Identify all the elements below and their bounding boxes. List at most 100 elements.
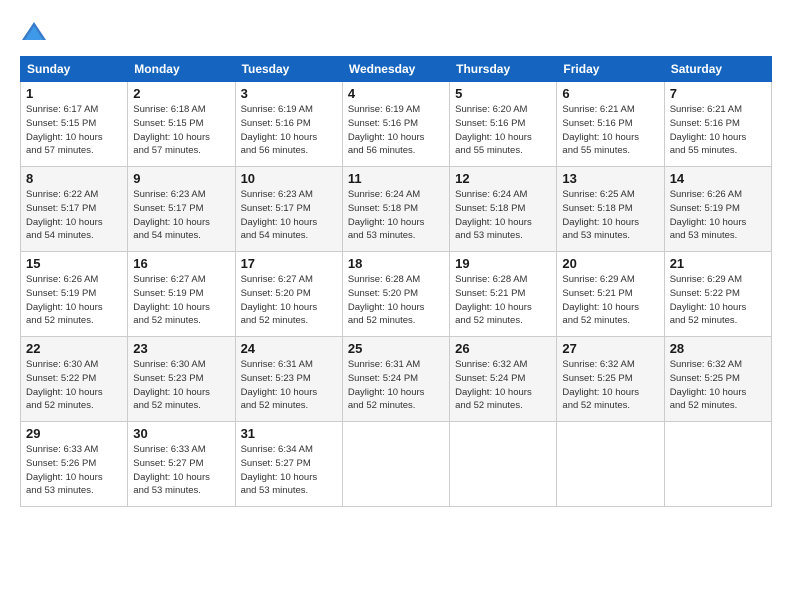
- calendar-cell: 2 Sunrise: 6:18 AMSunset: 5:15 PMDaylight…: [128, 82, 235, 167]
- calendar-cell: 23Sunrise: 6:30 AMSunset: 5:23 PMDayligh…: [128, 337, 235, 422]
- cell-info: Sunrise: 6:32 AMSunset: 5:25 PMDaylight:…: [670, 358, 766, 413]
- cell-info: Sunrise: 6:31 AMSunset: 5:24 PMDaylight:…: [348, 358, 444, 413]
- calendar-cell: 18 Sunrise: 6:28 AMSunset: 5:20 PMDayligh…: [342, 252, 449, 337]
- calendar-cell: 17 Sunrise: 6:27 AMSunset: 5:20 PMDayligh…: [235, 252, 342, 337]
- calendar-cell: 26 Sunrise: 6:32 AMSunset: 5:24 PMDayligh…: [450, 337, 557, 422]
- calendar-cell: 20 Sunrise: 6:29 AMSunset: 5:21 PMDayligh…: [557, 252, 664, 337]
- calendar-cell: 11 Sunrise: 6:24 AMSunset: 5:18 PMDayligh…: [342, 167, 449, 252]
- calendar-cell: 1 Sunrise: 6:17 AMSunset: 5:15 PMDaylight…: [21, 82, 128, 167]
- calendar-cell: 4Sunrise: 6:19 AMSunset: 5:16 PMDaylight…: [342, 82, 449, 167]
- calendar-cell: 10Sunrise: 6:23 AMSunset: 5:17 PMDayligh…: [235, 167, 342, 252]
- calendar-cell: 15 Sunrise: 6:26 AMSunset: 5:19 PMDayligh…: [21, 252, 128, 337]
- calendar-cell: 12 Sunrise: 6:24 AMSunset: 5:18 PMDayligh…: [450, 167, 557, 252]
- cell-date: 7: [670, 86, 766, 101]
- logo: [20, 18, 52, 46]
- calendar-cell: [664, 422, 771, 507]
- cell-info: Sunrise: 6:29 AMSunset: 5:22 PMDaylight:…: [670, 273, 766, 328]
- cell-date: 11: [348, 171, 444, 186]
- calendar-cell: 27 Sunrise: 6:32 AMSunset: 5:25 PMDayligh…: [557, 337, 664, 422]
- calendar-cell: 24 Sunrise: 6:31 AMSunset: 5:23 PMDayligh…: [235, 337, 342, 422]
- cell-info: Sunrise: 6:34 AMSunset: 5:27 PMDaylight:…: [241, 443, 337, 498]
- calendar-cell: [450, 422, 557, 507]
- calendar-cell: [557, 422, 664, 507]
- cell-date: 16: [133, 256, 229, 271]
- calendar-cell: 30 Sunrise: 6:33 AMSunset: 5:27 PMDayligh…: [128, 422, 235, 507]
- day-header-thursday: Thursday: [450, 57, 557, 82]
- calendar-cell: 8 Sunrise: 6:22 AMSunset: 5:17 PMDaylight…: [21, 167, 128, 252]
- cell-info: Sunrise: 6:29 AMSunset: 5:21 PMDaylight:…: [562, 273, 658, 328]
- logo-icon: [20, 18, 48, 46]
- cell-info: Sunrise: 6:31 AMSunset: 5:23 PMDaylight:…: [241, 358, 337, 413]
- cell-date: 24: [241, 341, 337, 356]
- cell-date: 25: [348, 341, 444, 356]
- cell-date: 18: [348, 256, 444, 271]
- header: [20, 18, 772, 46]
- day-header-friday: Friday: [557, 57, 664, 82]
- cell-date: 4: [348, 86, 444, 101]
- cell-date: 28: [670, 341, 766, 356]
- week-row-4: 22 Sunrise: 6:30 AMSunset: 5:22 PMDayligh…: [21, 337, 772, 422]
- calendar-cell: 5 Sunrise: 6:20 AMSunset: 5:16 PMDaylight…: [450, 82, 557, 167]
- calendar-cell: 3Sunrise: 6:19 AMSunset: 5:16 PMDaylight…: [235, 82, 342, 167]
- cell-date: 31: [241, 426, 337, 441]
- cell-date: 3: [241, 86, 337, 101]
- cell-info: Sunrise: 6:22 AMSunset: 5:17 PMDaylight:…: [26, 188, 122, 243]
- cell-info: Sunrise: 6:30 AMSunset: 5:22 PMDaylight:…: [26, 358, 122, 413]
- calendar-cell: 31 Sunrise: 6:34 AMSunset: 5:27 PMDayligh…: [235, 422, 342, 507]
- cell-info: Sunrise: 6:32 AMSunset: 5:25 PMDaylight:…: [562, 358, 658, 413]
- week-row-3: 15 Sunrise: 6:26 AMSunset: 5:19 PMDayligh…: [21, 252, 772, 337]
- day-header-monday: Monday: [128, 57, 235, 82]
- page: SundayMondayTuesdayWednesdayThursdayFrid…: [0, 0, 792, 612]
- calendar-cell: 14 Sunrise: 6:26 AMSunset: 5:19 PMDayligh…: [664, 167, 771, 252]
- cell-info: Sunrise: 6:23 AMSunset: 5:17 PMDaylight:…: [133, 188, 229, 243]
- cell-info: Sunrise: 6:27 AMSunset: 5:20 PMDaylight:…: [241, 273, 337, 328]
- cell-info: Sunrise: 6:18 AMSunset: 5:15 PMDaylight:…: [133, 103, 229, 158]
- cell-info: Sunrise: 6:17 AMSunset: 5:15 PMDaylight:…: [26, 103, 122, 158]
- cell-info: Sunrise: 6:21 AMSunset: 5:16 PMDaylight:…: [562, 103, 658, 158]
- cell-info: Sunrise: 6:26 AMSunset: 5:19 PMDaylight:…: [26, 273, 122, 328]
- calendar-cell: 22 Sunrise: 6:30 AMSunset: 5:22 PMDayligh…: [21, 337, 128, 422]
- cell-date: 22: [26, 341, 122, 356]
- cell-date: 8: [26, 171, 122, 186]
- calendar-cell: 19Sunrise: 6:28 AMSunset: 5:21 PMDayligh…: [450, 252, 557, 337]
- calendar-cell: 21 Sunrise: 6:29 AMSunset: 5:22 PMDayligh…: [664, 252, 771, 337]
- cell-date: 9: [133, 171, 229, 186]
- calendar-cell: 29 Sunrise: 6:33 AMSunset: 5:26 PMDayligh…: [21, 422, 128, 507]
- cell-date: 14: [670, 171, 766, 186]
- cell-info: Sunrise: 6:21 AMSunset: 5:16 PMDaylight:…: [670, 103, 766, 158]
- calendar-body: 1 Sunrise: 6:17 AMSunset: 5:15 PMDaylight…: [21, 82, 772, 507]
- cell-info: Sunrise: 6:25 AMSunset: 5:18 PMDaylight:…: [562, 188, 658, 243]
- calendar-cell: 13Sunrise: 6:25 AMSunset: 5:18 PMDayligh…: [557, 167, 664, 252]
- cell-date: 27: [562, 341, 658, 356]
- header-row: SundayMondayTuesdayWednesdayThursdayFrid…: [21, 57, 772, 82]
- cell-info: Sunrise: 6:24 AMSunset: 5:18 PMDaylight:…: [348, 188, 444, 243]
- calendar-header: SundayMondayTuesdayWednesdayThursdayFrid…: [21, 57, 772, 82]
- cell-info: Sunrise: 6:28 AMSunset: 5:20 PMDaylight:…: [348, 273, 444, 328]
- cell-date: 19: [455, 256, 551, 271]
- calendar-cell: 28 Sunrise: 6:32 AMSunset: 5:25 PMDayligh…: [664, 337, 771, 422]
- calendar-cell: 7 Sunrise: 6:21 AMSunset: 5:16 PMDaylight…: [664, 82, 771, 167]
- cell-date: 1: [26, 86, 122, 101]
- cell-date: 21: [670, 256, 766, 271]
- cell-date: 2: [133, 86, 229, 101]
- cell-info: Sunrise: 6:20 AMSunset: 5:16 PMDaylight:…: [455, 103, 551, 158]
- cell-date: 26: [455, 341, 551, 356]
- week-row-1: 1 Sunrise: 6:17 AMSunset: 5:15 PMDaylight…: [21, 82, 772, 167]
- calendar-cell: [342, 422, 449, 507]
- cell-date: 20: [562, 256, 658, 271]
- cell-date: 29: [26, 426, 122, 441]
- calendar-cell: 6Sunrise: 6:21 AMSunset: 5:16 PMDaylight…: [557, 82, 664, 167]
- cell-info: Sunrise: 6:33 AMSunset: 5:27 PMDaylight:…: [133, 443, 229, 498]
- cell-info: Sunrise: 6:32 AMSunset: 5:24 PMDaylight:…: [455, 358, 551, 413]
- week-row-2: 8 Sunrise: 6:22 AMSunset: 5:17 PMDaylight…: [21, 167, 772, 252]
- cell-info: Sunrise: 6:24 AMSunset: 5:18 PMDaylight:…: [455, 188, 551, 243]
- cell-date: 12: [455, 171, 551, 186]
- cell-info: Sunrise: 6:33 AMSunset: 5:26 PMDaylight:…: [26, 443, 122, 498]
- cell-date: 15: [26, 256, 122, 271]
- cell-info: Sunrise: 6:23 AMSunset: 5:17 PMDaylight:…: [241, 188, 337, 243]
- cell-date: 5: [455, 86, 551, 101]
- cell-info: Sunrise: 6:26 AMSunset: 5:19 PMDaylight:…: [670, 188, 766, 243]
- cell-date: 17: [241, 256, 337, 271]
- day-header-wednesday: Wednesday: [342, 57, 449, 82]
- cell-date: 30: [133, 426, 229, 441]
